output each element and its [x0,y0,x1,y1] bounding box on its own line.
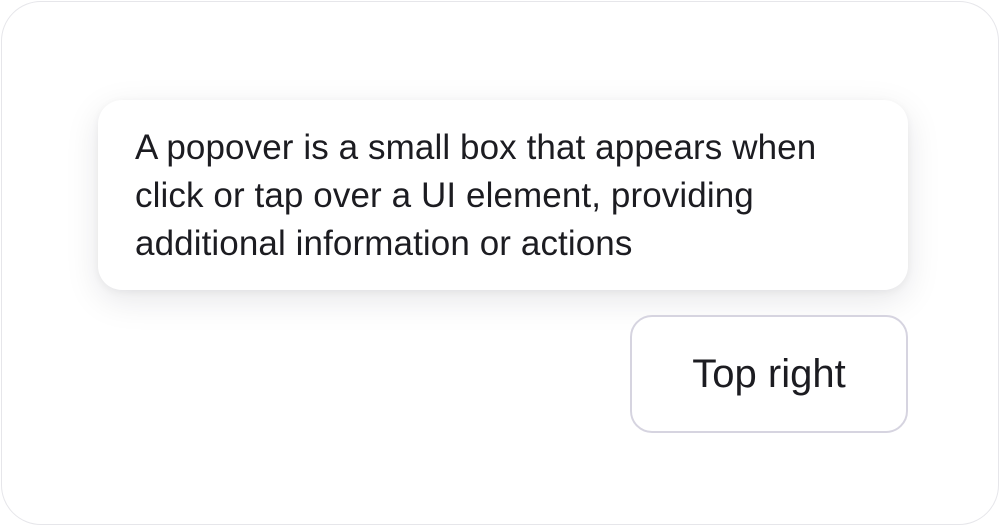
demo-frame: A popover is a small box that appears wh… [1,1,999,525]
popover: A popover is a small box that appears wh… [98,100,908,290]
top-right-button[interactable]: Top right [630,315,908,433]
popover-content: A popover is a small box that appears wh… [135,128,817,263]
